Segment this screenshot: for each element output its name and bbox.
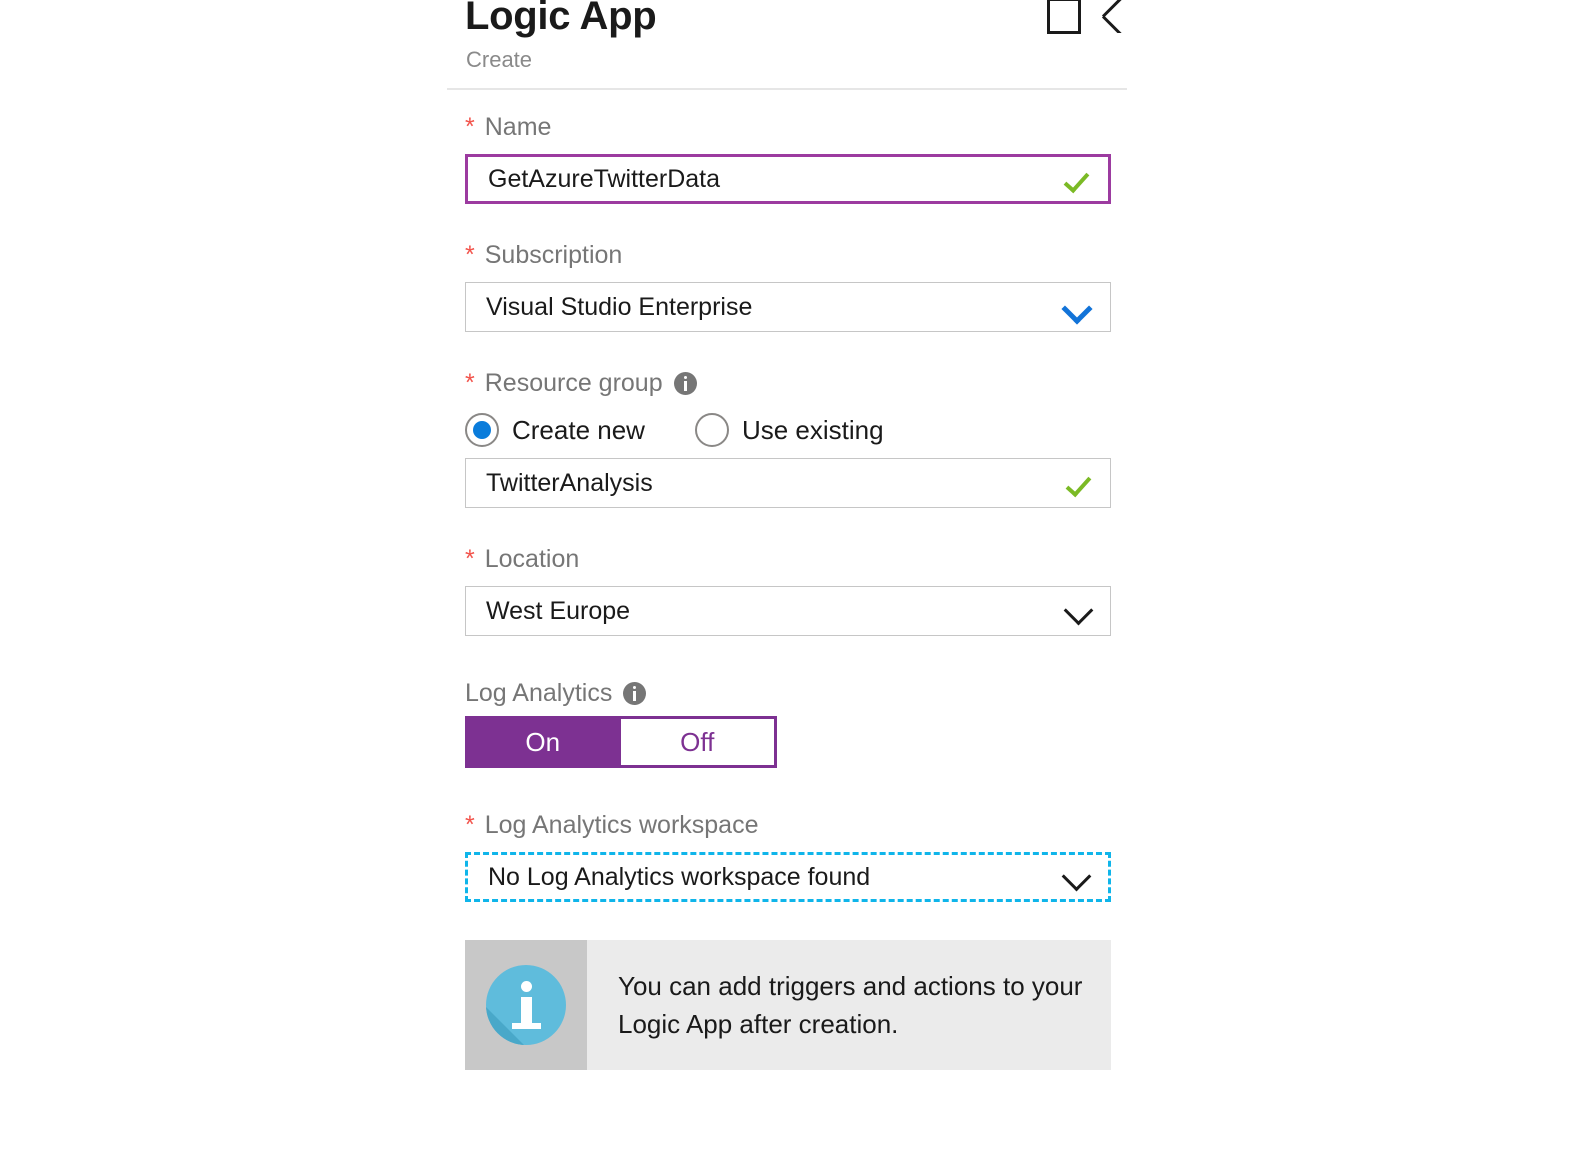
subscription-label: * Subscription [465, 238, 1111, 272]
radio-use-existing[interactable]: Use existing [694, 413, 884, 447]
subscription-selected-value: Visual Studio Enterprise [486, 293, 753, 321]
create-logic-app-form: * Name GetAzureTwitterData * Subscriptio… [465, 110, 1111, 1070]
maximize-icon[interactable] [1047, 0, 1081, 34]
location-label-text: Location [484, 545, 580, 573]
chevron-down-icon[interactable] [1052, 586, 1110, 636]
info-banner: You can add triggers and actions to your… [465, 940, 1111, 1070]
info-banner-message: You can add triggers and actions to your… [618, 971, 1083, 1039]
field-log-analytics: Log Analytics On Off [465, 676, 1111, 768]
information-icon [486, 965, 566, 1045]
page-title: Logic App [465, 0, 657, 38]
blade-header-actions [1047, 0, 1135, 34]
resource-group-input-value: TwitterAnalysis [486, 469, 653, 497]
info-icon[interactable] [673, 371, 697, 395]
field-resource-group: * Resource group Create new Use existing… [465, 366, 1111, 508]
required-asterisk: * [465, 369, 475, 397]
subscription-label-text: Subscription [484, 241, 623, 269]
field-location: * Location West Europe [465, 542, 1111, 636]
valid-check-icon [1066, 458, 1110, 508]
info-icon[interactable] [623, 681, 647, 705]
required-asterisk: * [465, 241, 475, 269]
location-selected-value: West Europe [486, 597, 631, 625]
page-subtitle: Create [466, 47, 533, 72]
resource-group-label-text: Resource group [484, 369, 663, 397]
field-name: * Name GetAzureTwitterData [465, 110, 1111, 204]
info-banner-icon-cell [465, 940, 587, 1070]
header-divider [447, 88, 1127, 90]
required-asterisk: * [465, 545, 475, 573]
create-logic-app-blade: Logic App Create * Name GetAzureTwitterD… [447, 0, 1129, 1159]
name-label-text: Name [484, 113, 552, 141]
log-analytics-toggle: On Off [465, 716, 777, 768]
required-asterisk: * [465, 113, 475, 141]
log-analytics-workspace-select[interactable]: No Log Analytics workspace found [465, 852, 1111, 902]
chevron-down-icon[interactable] [1052, 282, 1110, 332]
subscription-select[interactable]: Visual Studio Enterprise [465, 282, 1111, 332]
field-subscription: * Subscription Visual Studio Enterprise [465, 238, 1111, 332]
log-analytics-workspace-selected-value: No Log Analytics workspace found [488, 863, 871, 891]
resource-group-input[interactable]: TwitterAnalysis [465, 458, 1111, 508]
log-analytics-toggle-off[interactable]: Off [620, 716, 777, 768]
radio-create-new[interactable]: Create new [465, 413, 645, 447]
log-analytics-workspace-label-text: Log Analytics workspace [484, 811, 759, 839]
log-analytics-label-text: Log Analytics [465, 679, 613, 707]
resource-group-radio-group: Create new Use existing [465, 402, 1111, 458]
information-glyph [486, 965, 566, 1045]
name-label: * Name [465, 110, 1111, 144]
log-analytics-label: Log Analytics [465, 676, 1111, 710]
resource-group-label: * Resource group [465, 366, 1111, 400]
field-log-analytics-workspace: * Log Analytics workspace No Log Analyti… [465, 808, 1111, 902]
radio-create-new-indicator[interactable] [465, 413, 499, 447]
required-asterisk: * [465, 811, 475, 839]
location-label: * Location [465, 542, 1111, 576]
valid-check-icon [1064, 154, 1108, 204]
blade-header: Logic App Create [447, 0, 1129, 86]
radio-use-existing-label: Use existing [741, 415, 884, 445]
chevron-down-icon[interactable] [1050, 852, 1108, 902]
location-select[interactable]: West Europe [465, 586, 1111, 636]
name-input[interactable]: GetAzureTwitterData [465, 154, 1111, 204]
radio-use-existing-indicator[interactable] [694, 413, 729, 447]
log-analytics-workspace-label: * Log Analytics workspace [465, 808, 1111, 842]
radio-create-new-label: Create new [512, 415, 645, 445]
name-input-value: GetAzureTwitterData [488, 165, 721, 193]
log-analytics-toggle-on[interactable]: On [465, 716, 621, 768]
close-icon[interactable] [1101, 0, 1135, 33]
